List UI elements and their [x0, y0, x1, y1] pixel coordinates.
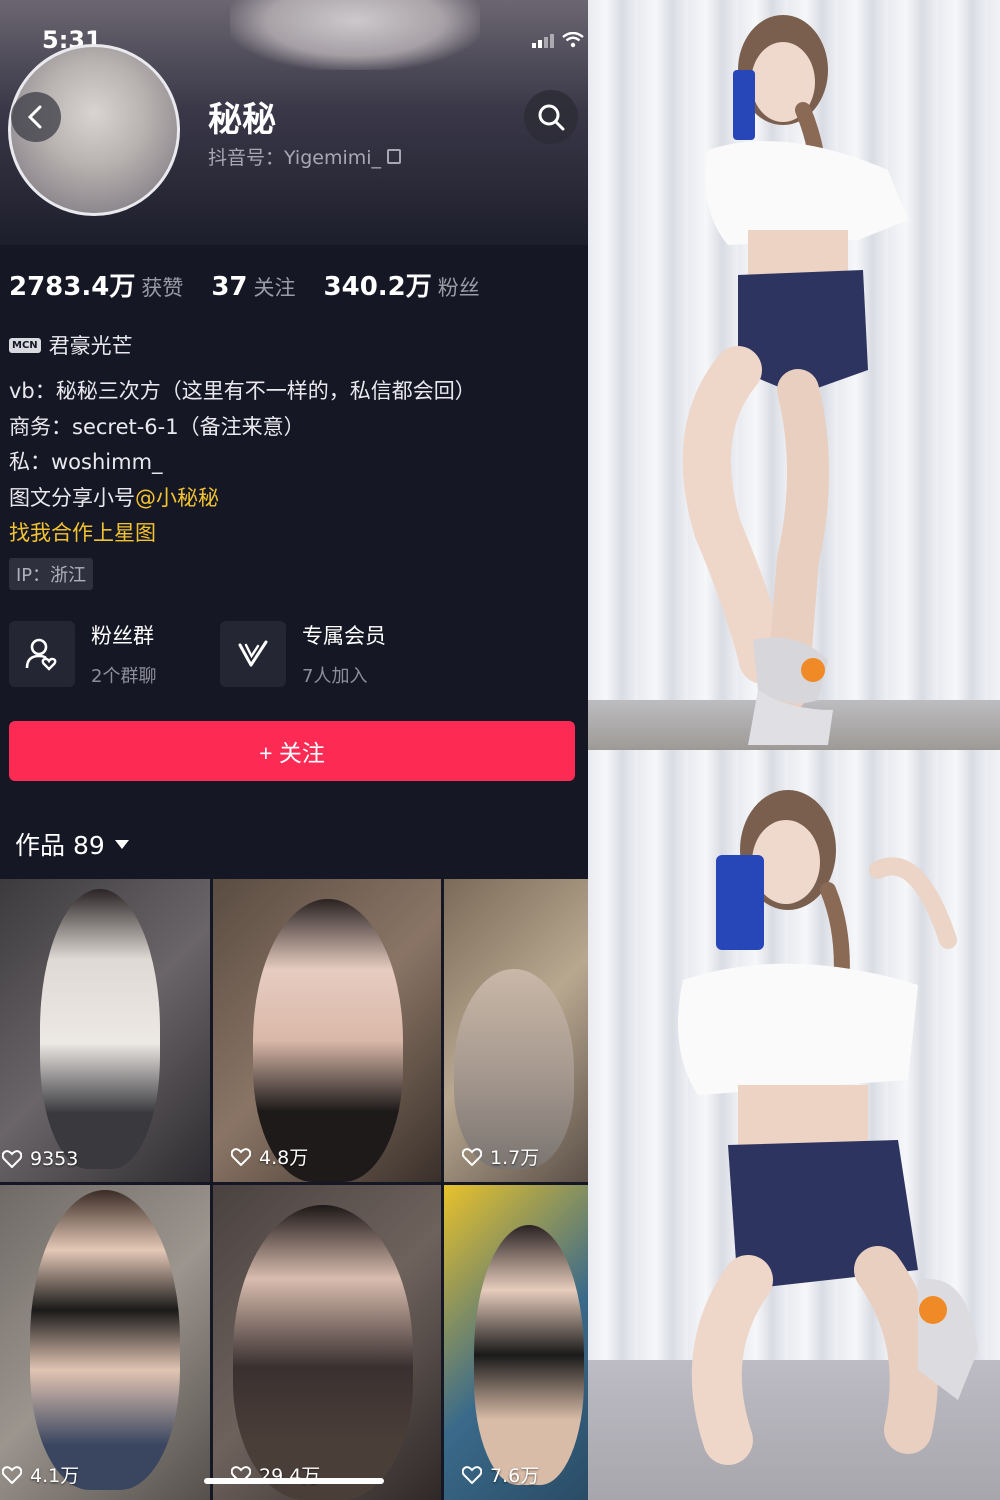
heart-icon — [2, 1465, 22, 1484]
thumbnail-figure — [40, 889, 160, 1169]
chevron-left-icon — [27, 105, 42, 129]
ip-location-tag: IP：浙江 — [9, 558, 94, 590]
copy-icon[interactable] — [387, 149, 402, 164]
profile-screen: 5:31 秘秘 抖音号：Yigemimi_ 2783.4万 获赞 37 关注 340… — [0, 0, 588, 1500]
video-thumbnail[interactable]: 9353 — [0, 879, 210, 1182]
bio-line: vb：秘秘三次方（这里有不一样的，私信都会回） — [9, 379, 476, 403]
home-indicator[interactable] — [204, 1478, 384, 1484]
photo-kneeling — [588, 750, 1000, 1500]
bio-share-prefix: 图文分享小号 — [9, 485, 135, 510]
photo-standing — [588, 0, 1000, 750]
bio-line: 私：woshimm_ — [9, 450, 163, 474]
fan-group-subtitle: 2个群聊 — [91, 666, 157, 687]
likes-count: 9353 — [30, 1148, 79, 1170]
mcn-row[interactable]: MCN 君豪光芒 — [9, 330, 133, 360]
heart-icon — [462, 1147, 482, 1166]
thumbnail-figure — [233, 1205, 413, 1500]
stat-likes[interactable]: 2783.4万 获赞 — [9, 266, 183, 303]
video-likes: 4.8万 — [229, 1143, 308, 1170]
likes-count: 7.6万 — [490, 1465, 540, 1487]
search-button[interactable] — [524, 90, 578, 144]
fan-group-card[interactable]: 粉丝群 2个群聊 — [9, 620, 156, 688]
profile-bio: vb：秘秘三次方（这里有不一样的，私信都会回） 商务：secret-6-1（备注… — [9, 374, 476, 552]
profile-stats: 2783.4万 获赞 37 关注 340.2万 粉丝 — [9, 266, 480, 303]
bio-mention-link[interactable]: @小秘秘 — [135, 486, 219, 510]
heart-icon — [2, 1150, 22, 1168]
stat-following[interactable]: 37 关注 — [211, 272, 295, 302]
thumbnail-figure — [253, 899, 403, 1182]
membership-title: 专属会员 — [302, 624, 386, 648]
stat-followers[interactable]: 340.2万 粉丝 — [324, 266, 480, 303]
fan-group-title: 粉丝群 — [91, 624, 154, 648]
stat-likes-value: 2783.4万 — [9, 272, 136, 302]
star-map-link[interactable]: 找我合作上星图 — [9, 516, 476, 552]
stat-likes-label: 获赞 — [141, 276, 184, 300]
mcn-badge: MCN — [9, 337, 41, 353]
search-icon — [538, 104, 565, 131]
status-icons — [532, 32, 584, 48]
video-likes: 9353 — [0, 1148, 78, 1170]
handle-text: 抖音号：Yigemimi_ — [208, 147, 382, 169]
stat-followers-value: 340.2万 — [323, 272, 432, 302]
stat-followers-label: 粉丝 — [437, 276, 480, 300]
stat-following-value: 37 — [211, 272, 248, 302]
works-tab[interactable]: 作品 89 — [15, 826, 129, 862]
video-thumbnail[interactable]: 4.8万 — [213, 879, 441, 1182]
standing-figure — [682, 15, 908, 745]
video-likes: 1.7万 — [460, 1143, 539, 1170]
likes-count: 4.8万 — [259, 1147, 309, 1169]
thumbnail-figure — [454, 969, 574, 1169]
mcn-name: 君豪光芒 — [48, 334, 133, 358]
caret-down-icon — [114, 839, 129, 849]
thumbnail-figure — [30, 1190, 180, 1490]
video-thumbnail[interactable]: 29.4万 — [213, 1185, 441, 1500]
bio-line: 商务：secret-6-1（备注来意） — [9, 414, 305, 439]
video-thumbnail[interactable]: 4.1万 — [0, 1185, 210, 1500]
likes-count: 4.1万 — [30, 1465, 80, 1487]
wifi-icon — [562, 32, 584, 48]
thumbnail-figure — [474, 1225, 584, 1485]
membership-v-icon — [220, 621, 286, 687]
video-likes: 4.1万 — [0, 1461, 79, 1488]
kneeling-figure — [678, 790, 978, 1465]
video-likes: 7.6万 — [460, 1461, 539, 1488]
back-button[interactable] — [11, 92, 61, 142]
follow-button[interactable]: + 关注 — [9, 721, 575, 781]
stat-following-label: 关注 — [253, 276, 296, 300]
profile-handle: 抖音号：Yigemimi_ — [208, 143, 402, 170]
heart-icon — [462, 1465, 482, 1484]
membership-subtitle: 7人加入 — [302, 666, 368, 687]
heart-icon — [231, 1147, 251, 1166]
works-label: 作品 89 — [15, 831, 105, 860]
membership-card[interactable]: 专属会员 7人加入 — [220, 620, 386, 688]
profile-name: 秘秘 — [208, 100, 276, 140]
likes-count: 1.7万 — [490, 1147, 540, 1169]
fan-group-icon — [9, 621, 75, 687]
bio-share-line: 图文分享小号@小秘秘 — [9, 481, 476, 517]
video-thumbnail[interactable]: 7.6万 — [444, 1185, 588, 1500]
video-grid: 9353 4.8万 1.7万 4.1万 29.4万 7.6万 — [0, 879, 588, 1500]
video-thumbnail[interactable]: 1.7万 — [444, 879, 588, 1182]
signal-icon — [532, 34, 554, 48]
